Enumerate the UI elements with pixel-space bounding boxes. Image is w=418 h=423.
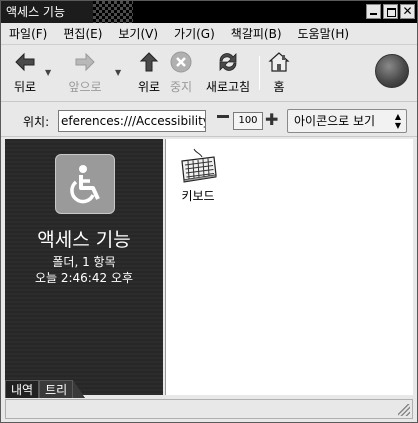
forward-history-dropdown-icon[interactable]: ▼ — [115, 68, 121, 77]
side-pane: 액세스 기능 폴더, 1 항목 오늘 2:46:42 오후 — [5, 139, 163, 395]
close-button[interactable]: ✕ — [400, 4, 415, 19]
menu-edit[interactable]: 편집(E) — [63, 25, 102, 42]
zoom-level[interactable]: 100 — [233, 112, 263, 130]
menu-help[interactable]: 도움말(H) — [298, 25, 350, 42]
reload-label: 새로고침 — [205, 80, 251, 94]
file-item-label: 키보드 — [181, 189, 215, 203]
menu-view[interactable]: 보기(V) — [118, 25, 158, 42]
stop-label: 중지 — [169, 80, 193, 94]
home-icon — [267, 50, 291, 74]
stop-button[interactable]: 중지 — [165, 50, 197, 95]
location-label: 위치: — [23, 115, 50, 129]
up-button[interactable]: 위로 — [133, 50, 165, 95]
back-history-dropdown-icon[interactable]: ▼ — [45, 68, 51, 77]
location-bar: 위치: eferences:///Accessibility 100 ✚ 아이콘… — [1, 103, 417, 137]
location-input[interactable]: eferences:///Accessibility — [58, 110, 206, 132]
view-mode-select[interactable]: 아이콘으로 보기 ▲ ▼ — [287, 109, 407, 133]
side-pane-title: 액세스 기능 — [37, 229, 131, 251]
tab-history[interactable]: 내역 — [5, 380, 40, 398]
title-bar-decoration — [93, 1, 133, 23]
view-mode-label: 아이콘으로 보기 — [294, 114, 376, 128]
reload-icon — [216, 50, 240, 74]
spin-arrows-icon: ▲ ▼ — [394, 112, 401, 130]
forward-button[interactable]: 앞으로 — [65, 50, 105, 95]
toolbar: 뒤로 ▼ 앞으로 ▼ 위로 중지 새로고침 홈 — [1, 46, 417, 102]
menu-go[interactable]: 가기(G) — [174, 25, 215, 42]
window-controls: ✕ — [366, 4, 415, 19]
accessibility-icon — [55, 154, 115, 214]
up-arrow-icon — [137, 50, 161, 74]
zoom-in-icon[interactable]: ✚ — [265, 111, 278, 129]
zoom-out-icon[interactable] — [217, 115, 229, 118]
activity-throbber — [375, 54, 409, 88]
back-arrow-icon — [13, 50, 37, 74]
keyboard-icon — [178, 147, 218, 183]
side-pane-info: 폴더, 1 항목 — [52, 255, 116, 269]
stop-icon — [169, 50, 193, 74]
maximize-button[interactable] — [383, 4, 398, 19]
file-manager-window: 액세스 기능 ✕ 파일(F) 편집(E) 보기(V) 가기(G) 책갈피(B) … — [0, 0, 418, 423]
tab-slope-decoration — [73, 380, 86, 398]
title-bar[interactable]: 액세스 기능 ✕ — [1, 1, 417, 23]
reload-button[interactable]: 새로고침 — [201, 50, 255, 95]
menu-file[interactable]: 파일(F) — [9, 25, 47, 42]
minimize-button[interactable] — [366, 4, 381, 19]
up-label: 위로 — [137, 80, 161, 94]
window-resize-grip-icon[interactable] — [398, 404, 410, 416]
menu-bar: 파일(F) 편집(E) 보기(V) 가기(G) 책갈피(B) 도움말(H) — [1, 23, 417, 45]
side-pane-date: 오늘 2:46:42 오후 — [34, 271, 134, 285]
side-pane-tabs: 내역 트리 — [5, 380, 86, 398]
file-item-keyboard[interactable]: 키보드 — [174, 147, 222, 204]
forward-label: 앞으로 — [68, 80, 102, 94]
forward-arrow-icon — [73, 50, 97, 74]
home-button[interactable]: 홈 — [265, 50, 293, 95]
back-button[interactable]: 뒤로 — [9, 50, 41, 95]
menu-bookmarks[interactable]: 책갈피(B) — [231, 25, 282, 42]
tab-tree[interactable]: 트리 — [39, 380, 74, 398]
back-label: 뒤로 — [13, 80, 37, 94]
file-view[interactable]: 키보드 — [165, 139, 413, 395]
home-label: 홈 — [273, 80, 285, 94]
window-title: 액세스 기능 — [1, 1, 93, 23]
toolbar-separator — [259, 56, 260, 90]
status-bar — [5, 399, 413, 419]
